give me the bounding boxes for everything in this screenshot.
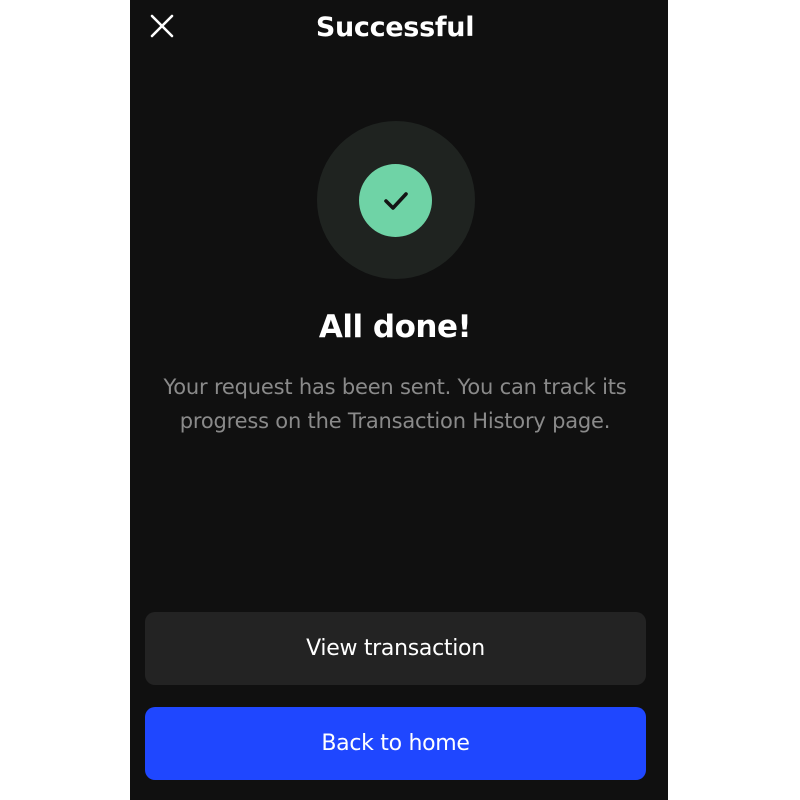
- header: Successful: [130, 0, 668, 56]
- success-screen: Successful All done! Your request has be…: [130, 0, 668, 800]
- success-headline: All done!: [318, 309, 472, 345]
- page-title: Successful: [315, 12, 475, 43]
- check-icon: [383, 191, 408, 210]
- view-transaction-button[interactable]: View transaction: [145, 612, 646, 685]
- success-message: Your request has been sent. You can trac…: [163, 375, 627, 433]
- view-transaction-label: View transaction: [306, 636, 485, 661]
- back-to-home-button[interactable]: Back to home: [145, 707, 646, 780]
- back-to-home-label: Back to home: [321, 731, 470, 756]
- success-icon-circle: [359, 164, 432, 237]
